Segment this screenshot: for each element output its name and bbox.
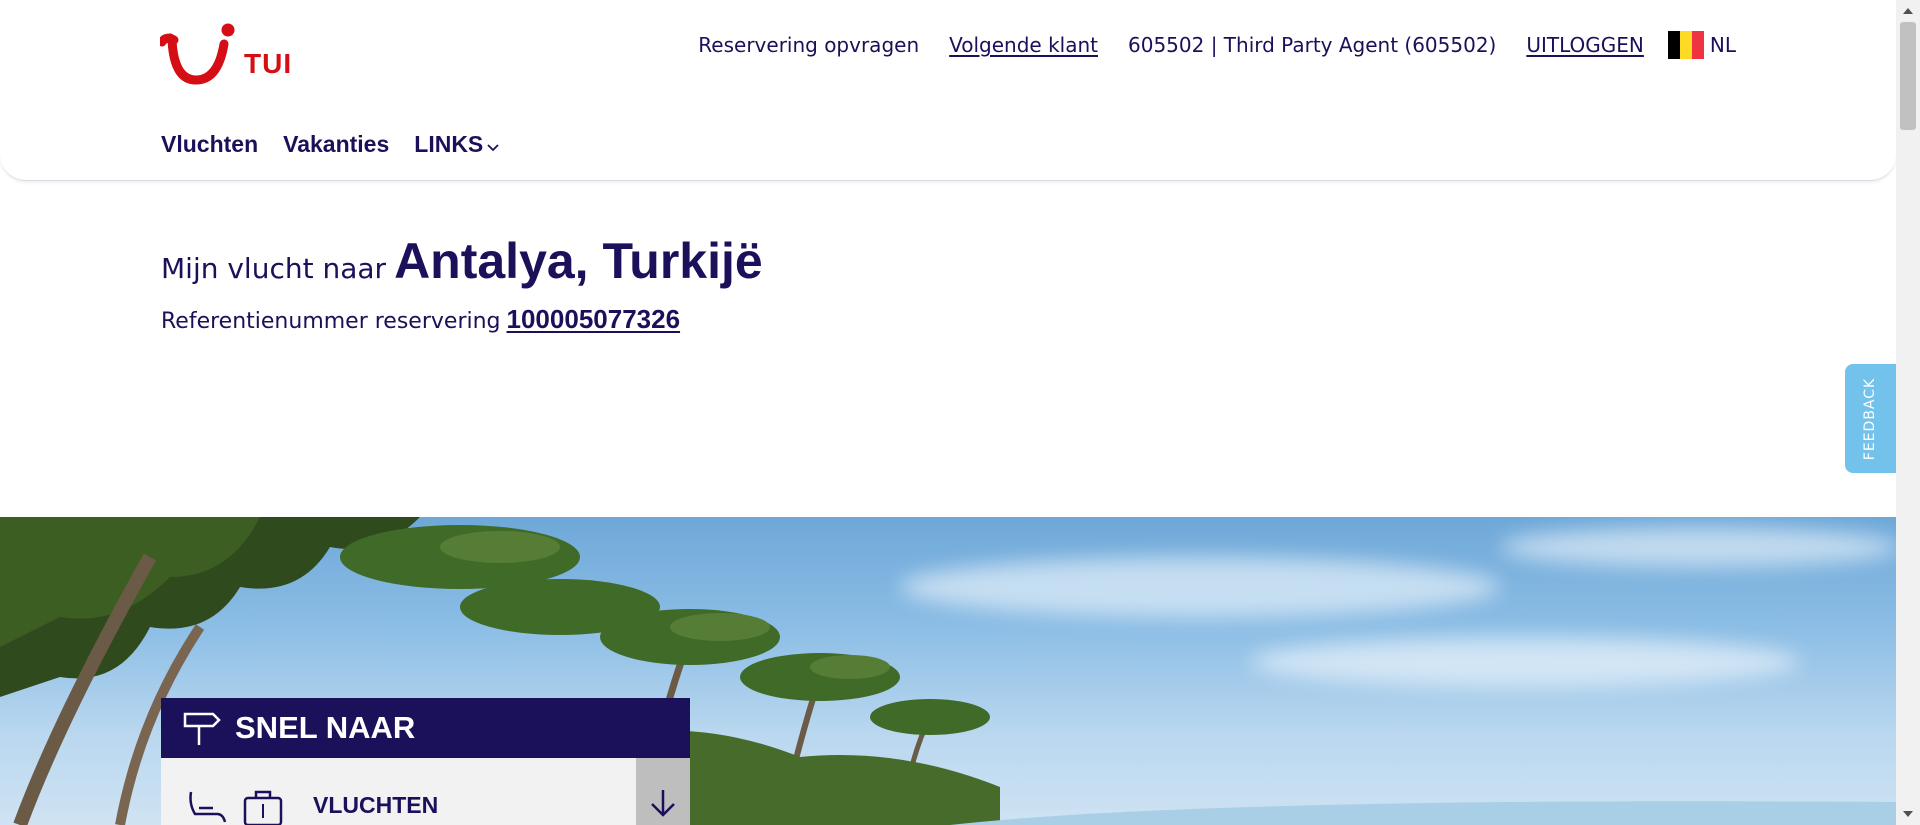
nav-item-links-label: LINKS	[414, 131, 484, 157]
feedback-tab[interactable]: FEEDBACK	[1845, 364, 1896, 473]
scroll-down-arrow-icon[interactable]	[1903, 811, 1913, 817]
nav-item-flights[interactable]: Vluchten	[161, 131, 258, 158]
agent-info: 605502 | Third Party Agent (605502)	[1128, 33, 1497, 57]
next-customer-link[interactable]: Volgende klant	[949, 33, 1098, 57]
quick-nav-item-flights[interactable]: VLUCHTEN	[161, 758, 690, 825]
quick-nav-icons	[187, 790, 285, 825]
request-reservation-link[interactable]: Reservering opvragen	[698, 33, 919, 57]
main-nav: Vluchten Vakanties LINKS	[161, 131, 499, 158]
quick-nav-panel: SNEL NAAR VLUCHTEN	[161, 698, 690, 825]
chevron-down-icon	[487, 131, 499, 158]
reference-number-link[interactable]: 100005077326	[507, 304, 681, 335]
utility-bar: Reservering opvragen Volgende klant 6055…	[698, 30, 1736, 60]
logo-wordmark: TUI	[244, 48, 293, 79]
language-code: NL	[1709, 33, 1736, 57]
page-title: Mijn vlucht naar Antalya, Turkijë	[161, 232, 763, 290]
belgium-flag-icon	[1667, 31, 1704, 59]
tui-logo[interactable]: TUI	[160, 22, 300, 86]
signpost-icon	[183, 710, 221, 746]
reference-line: Referentienummer reservering 10000507732…	[161, 304, 763, 335]
quick-nav-heading: SNEL NAAR	[235, 710, 416, 745]
luggage-icon	[241, 790, 285, 825]
seat-icon	[187, 790, 229, 825]
site-header: TUI Reservering opvragen Volgende klant …	[0, 0, 1896, 181]
logout-link[interactable]: UITLOGGEN	[1526, 33, 1644, 57]
feedback-label: FEEDBACK	[1862, 377, 1879, 460]
scroll-down-button[interactable]	[636, 758, 690, 825]
scroll-up-arrow-icon[interactable]	[1903, 8, 1913, 14]
nav-item-holidays[interactable]: Vakanties	[283, 131, 389, 158]
language-selector[interactable]: NL	[1667, 31, 1736, 59]
booking-title-block: Mijn vlucht naar Antalya, Turkijë Refere…	[161, 232, 763, 335]
quick-nav-header: SNEL NAAR	[161, 698, 690, 758]
destination-title: Antalya, Turkijë	[394, 233, 763, 289]
nav-item-links[interactable]: LINKS	[414, 131, 499, 158]
reference-label: Referentienummer reservering	[161, 309, 501, 334]
arrow-down-icon	[648, 788, 678, 823]
quick-nav-item-label: VLUCHTEN	[313, 792, 439, 818]
title-prefix: Mijn vlucht naar	[161, 252, 387, 285]
scrollbar-thumb[interactable]	[1900, 22, 1916, 130]
page-scrollbar[interactable]	[1896, 0, 1920, 825]
